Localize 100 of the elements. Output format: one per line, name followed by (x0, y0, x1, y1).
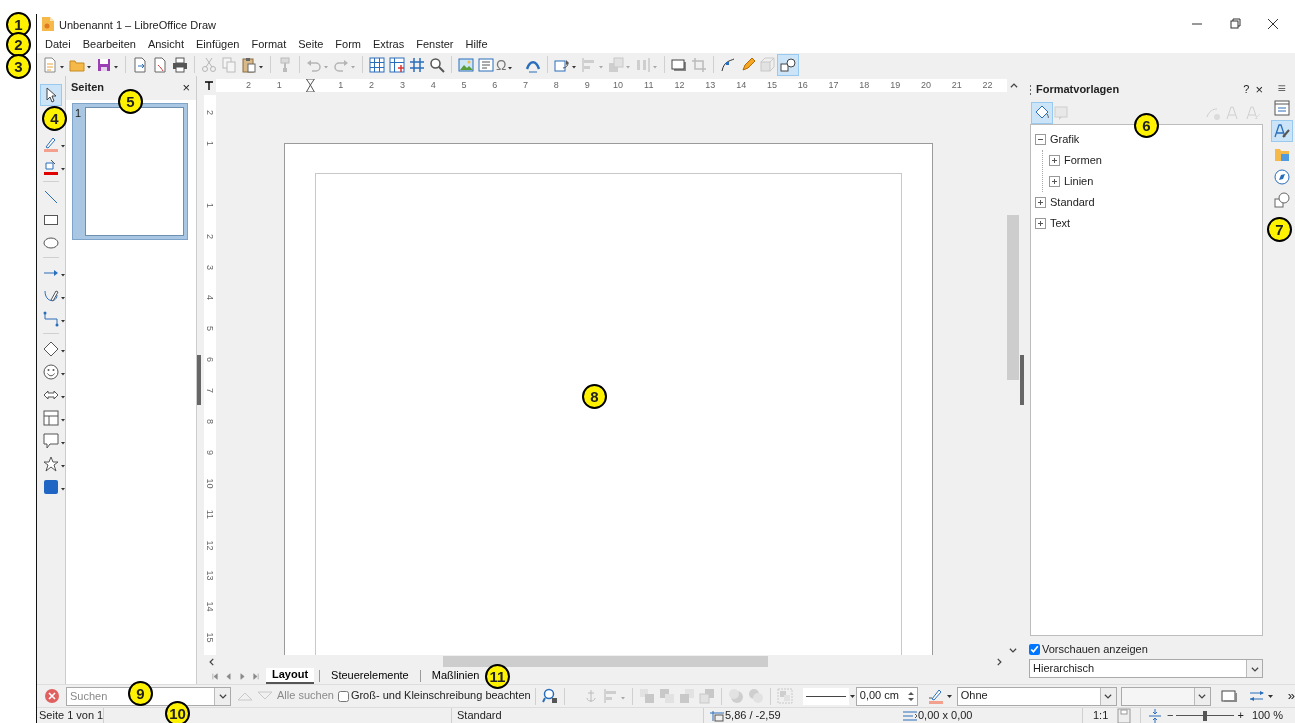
checkbox[interactable] (337, 690, 349, 702)
zoom-in-button[interactable]: + (1237, 708, 1244, 723)
ruler-number: 10 (611, 80, 624, 91)
properties-icon[interactable] (1271, 98, 1292, 118)
scroll-left-icon[interactable] (207, 656, 217, 667)
app-icon (41, 16, 55, 32)
grid-lines-icon[interactable] (387, 54, 407, 75)
chevron-down-icon (1197, 691, 1208, 701)
ruler-number: 16 (796, 80, 809, 91)
style-tree-item[interactable]: Formen (1064, 153, 1102, 168)
fit-page-icon[interactable] (1147, 707, 1163, 723)
menu-item[interactable]: Seite (292, 38, 330, 52)
line-width-field[interactable]: 0,00 cm (855, 686, 918, 706)
close-icon[interactable] (1265, 16, 1281, 32)
ruler-number: 5 (204, 326, 216, 332)
ruler-number: 8 (204, 418, 216, 424)
zoom-out-button[interactable]: − (1167, 708, 1174, 723)
ruler-number: 17 (827, 80, 840, 91)
help-button[interactable]: ? (1243, 83, 1250, 97)
scrollbar-thumb[interactable] (443, 656, 768, 667)
layer-tab[interactable]: Steuerelemente (325, 668, 415, 684)
style-brush-icon[interactable] (1271, 121, 1292, 141)
ruler-number: 2 (204, 109, 216, 115)
menu-button[interactable]: ≡ (1277, 81, 1286, 95)
scrollbar-thumb[interactable] (1007, 215, 1019, 380)
more-button[interactable]: » (1287, 688, 1295, 704)
layer-tab[interactable]: Layout (266, 668, 315, 684)
ruler-number: 4 (204, 295, 216, 301)
speech-bubble-icon[interactable] (41, 430, 68, 451)
ruler-number: 9 (204, 449, 216, 455)
compass-icon[interactable] (1271, 167, 1292, 187)
ruler-number: 10 (204, 478, 216, 489)
special-character-button[interactable]: Ω (496, 54, 523, 75)
scroll-down-icon[interactable] (1008, 645, 1018, 655)
shapes-icon[interactable] (778, 54, 798, 75)
menu-item[interactable]: Extras (367, 38, 411, 52)
ruler-number: 3 (204, 264, 216, 270)
number-marker: 3 (6, 54, 31, 79)
style-tree-item[interactable]: Linien (1064, 174, 1094, 189)
paint-bucket-icon[interactable] (1032, 103, 1052, 123)
ruler-number: 18 (858, 80, 871, 91)
ruler-number: 11 (204, 509, 216, 519)
printer-icon[interactable] (170, 54, 190, 75)
smiley-icon[interactable] (41, 361, 68, 382)
pointer-icon[interactable] (41, 84, 61, 105)
slider-thumb[interactable] (1203, 710, 1208, 721)
ruler-number: 5 (460, 80, 468, 91)
ruler-number: 6 (491, 80, 499, 91)
checkbox-label: Vorschauen anzeigen (1042, 642, 1148, 657)
panel-title: Formatvorlagen (1036, 83, 1120, 97)
filter-dropdown[interactable]: Hierarchisch (1029, 659, 1263, 678)
splitter-handle[interactable] (1020, 355, 1024, 405)
close-search-icon[interactable] (42, 686, 62, 706)
panel-title: Seiten (71, 81, 104, 95)
expand-icon[interactable] (1049, 176, 1060, 187)
flowchart-icon[interactable] (41, 407, 68, 428)
status-text: 0,00 x 0,00 (918, 708, 973, 723)
close-button[interactable]: × (1255, 82, 1263, 98)
restore-icon[interactable] (1227, 16, 1243, 32)
line-style-dropdown[interactable] (803, 687, 849, 705)
menu-item[interactable]: Datei (39, 38, 77, 52)
menu-item[interactable]: Fenster (410, 38, 460, 52)
ruler-number: 15 (765, 80, 778, 91)
status-text: Seite 1 von 1 (39, 708, 104, 723)
collapse-icon[interactable] (1035, 134, 1046, 145)
style-tree-item[interactable]: Grafik (1050, 132, 1080, 147)
menu-item[interactable]: Hilfe (459, 38, 494, 52)
tab-stop-icon[interactable] (204, 80, 214, 91)
menu-item[interactable]: Bearbeiten (76, 38, 142, 52)
menu-item[interactable]: Ansicht (141, 38, 190, 52)
ruler-number: 7 (204, 387, 216, 393)
menu-item[interactable]: Form (329, 38, 367, 52)
grid-icon[interactable] (367, 54, 387, 75)
tab-navigation-icon[interactable] (252, 670, 261, 682)
tab-navigation-icon[interactable] (224, 670, 233, 682)
menu-item[interactable]: Einfügen (190, 38, 246, 52)
scroll-right-icon[interactable] (994, 656, 1004, 667)
menu-item[interactable]: Format (245, 38, 293, 52)
expand-icon[interactable] (1035, 218, 1046, 229)
tab-navigation-icon[interactable] (238, 670, 247, 682)
splitter-handle[interactable] (197, 355, 201, 405)
ruler-number: 2 (368, 80, 376, 91)
area-style-dropdown[interactable]: Ohne (956, 686, 1117, 706)
expand-icon[interactable] (1049, 155, 1060, 166)
ruler-number: 21 (950, 80, 963, 91)
page-number: 1 (75, 107, 82, 121)
find-replace-icon[interactable] (539, 686, 560, 706)
ruler-number: 13 (704, 80, 717, 91)
expand-icon[interactable] (1035, 197, 1046, 208)
zoom-slider[interactable] (1176, 710, 1235, 721)
close-button[interactable]: × (182, 80, 190, 96)
style-tree-item[interactable]: Standard (1050, 195, 1095, 210)
layer-tab[interactable]: Maßlinien (425, 668, 486, 684)
shapes-icon[interactable] (1271, 190, 1292, 210)
grip-icon[interactable] (1029, 84, 1032, 96)
checkbox[interactable] (1029, 644, 1040, 655)
status-text: 1:1 (1093, 708, 1109, 723)
style-tree-item[interactable]: Text (1050, 216, 1071, 231)
ruler-number: 22 (981, 80, 994, 91)
ruler-number: 3 (398, 80, 406, 91)
